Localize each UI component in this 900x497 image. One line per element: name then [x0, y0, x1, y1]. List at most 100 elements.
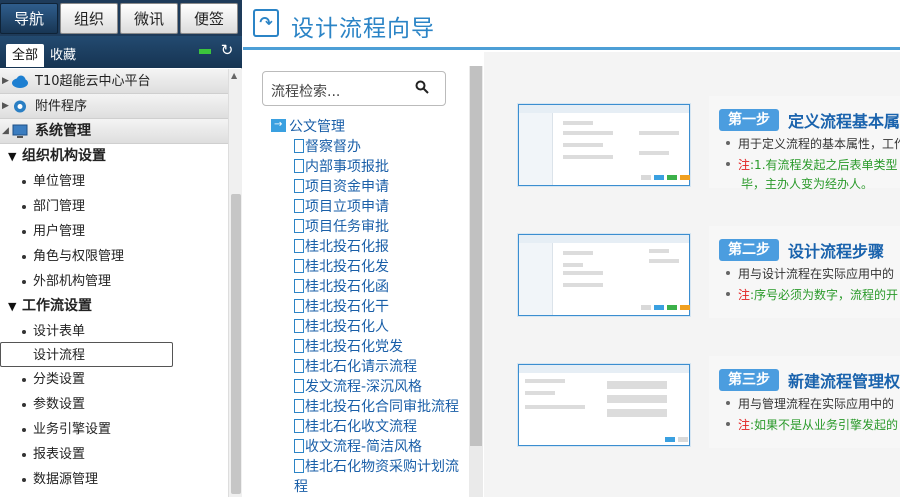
- flow-page-icon: [294, 239, 304, 253]
- nav-item-label: T10超能云中心平台: [35, 74, 151, 89]
- flow-item[interactable]: 桂北投石化干: [294, 297, 494, 317]
- nav-item-parameter-settings[interactable]: 参数设置: [0, 392, 228, 417]
- flow-item[interactable]: 项目任务审批: [294, 217, 494, 237]
- bullet-icon: [22, 428, 26, 432]
- nav-item-cloud-platform[interactable]: ▶ T10超能云中心平台: [0, 69, 228, 94]
- nav-item-report-settings[interactable]: 报表设置: [0, 442, 228, 467]
- nav-item-category-settings[interactable]: 分类设置: [0, 367, 228, 392]
- flow-item[interactable]: 桂北投石化合同审批流程: [294, 397, 494, 417]
- flow-item[interactable]: 桂北石化请示流程: [294, 357, 494, 377]
- step-description-text: 用与管理流程在实际应用中的: [738, 397, 895, 411]
- step-note: 注:序号必须为数字，流程的开: [726, 285, 898, 305]
- flow-item[interactable]: 桂北投石化人: [294, 317, 494, 337]
- nav-item-design-flow[interactable]: 设计流程: [0, 342, 173, 367]
- flow-item-label: 项目立项申请: [305, 199, 389, 215]
- flow-search-input[interactable]: 流程检索...: [262, 71, 446, 106]
- nav-group-workflow-settings[interactable]: ▼ 工作流设置: [0, 294, 228, 319]
- flow-page-icon: [294, 179, 304, 193]
- flow-item[interactable]: 桂北投石化发: [294, 257, 494, 277]
- step-note-continuation: 毕，主办人变为经办人。: [741, 177, 874, 191]
- bullet-icon: [22, 205, 26, 209]
- main-content: ↷ 设计流程向导 流程检索... 公文管理 督察督办 内部事项报批 项目资金申请…: [243, 0, 900, 497]
- note-label: 注: [738, 288, 751, 302]
- flow-item[interactable]: 桂北石化物资采购计划流程: [294, 457, 469, 497]
- bullet-icon: [726, 271, 730, 275]
- flow-item-label: 桂北投石化报: [305, 239, 389, 255]
- nav-group-label: 工作流设置: [22, 298, 92, 314]
- nav-item-design-form[interactable]: 设计表单: [0, 319, 228, 344]
- flow-item[interactable]: 督察督办: [294, 137, 494, 157]
- flow-item[interactable]: 收文流程-简洁风格: [294, 437, 494, 457]
- step-1-preview-image[interactable]: [518, 104, 690, 186]
- flow-item[interactable]: 内部事项报批: [294, 157, 494, 177]
- flow-item[interactable]: 发文流程-深沉风格: [294, 377, 494, 397]
- flow-item[interactable]: 项目资金申请: [294, 177, 494, 197]
- expand-arrow-icon[interactable]: ▶: [2, 69, 9, 94]
- flow-page-icon: [294, 359, 304, 373]
- search-icon[interactable]: [415, 80, 429, 94]
- nav-item-unit-management[interactable]: 单位管理: [0, 169, 228, 194]
- flow-item-label: 桂北投石化人: [305, 319, 389, 335]
- tab-navigation[interactable]: 导航: [0, 3, 58, 34]
- tab-microchat[interactable]: 微讯: [120, 3, 178, 34]
- flow-item[interactable]: 桂北石化收文流程: [294, 417, 494, 437]
- flow-page-icon: [294, 459, 304, 473]
- bullet-icon: [22, 378, 26, 382]
- flow-page-icon: [294, 299, 304, 313]
- nav-scrollbar[interactable]: ▲: [228, 69, 242, 497]
- step-title-link[interactable]: 定义流程基本属: [788, 108, 900, 132]
- nav-item-label: 业务引擎设置: [33, 422, 112, 437]
- collapse-button[interactable]: [199, 49, 211, 54]
- nav-item-role-permission[interactable]: 角色与权限管理: [0, 244, 228, 269]
- note-text: :1.有流程发起之后表单类型: [750, 158, 898, 172]
- tab-notes[interactable]: 便签: [180, 3, 238, 34]
- folder-document-management[interactable]: 公文管理: [271, 115, 345, 137]
- nav-item-label: 设计流程: [33, 348, 86, 363]
- tab-all[interactable]: 全部: [6, 44, 45, 67]
- nav-item-user-management[interactable]: 用户管理: [0, 219, 228, 244]
- step-2-card: 第二步 设计流程步骤 用与设计流程在实际应用中的 注:序号必须为数字，流程的开: [709, 226, 900, 318]
- nav-item-external-org[interactable]: 外部机构管理: [0, 269, 228, 294]
- nav-group-org-settings[interactable]: ▼ 组织机构设置: [0, 144, 228, 169]
- bullet-icon: [22, 255, 26, 259]
- nav-item-system-management[interactable]: ◢ 系统管理: [0, 119, 228, 144]
- tab-organization[interactable]: 组织: [60, 3, 118, 34]
- step-3-card: 第三步 新建流程管理权 用与管理流程在实际应用中的 注:如果不是从业务引擎发起的: [709, 356, 900, 448]
- folder-icon: [271, 115, 286, 135]
- step-3-preview-image[interactable]: [518, 364, 690, 446]
- flow-list-pane: 流程检索... 公文管理 督察督办 内部事项报批 项目资金申请 项目立项申请 项…: [243, 52, 483, 497]
- collapse-arrow-icon[interactable]: ▼: [8, 144, 16, 169]
- step-description-text: 用于定义流程的基本属性，工作: [738, 137, 900, 151]
- nav-item-datasource-management[interactable]: 数据源管理: [0, 467, 228, 492]
- scrollbar-thumb[interactable]: [231, 194, 241, 494]
- flow-item-label: 桂北投石化发: [305, 259, 389, 275]
- flow-item[interactable]: 桂北投石化党发: [294, 337, 494, 357]
- refresh-icon[interactable]: ↻: [217, 40, 237, 60]
- nav-item-business-engine[interactable]: 业务引擎设置: [0, 417, 228, 442]
- nav-item-department-management[interactable]: 部门管理: [0, 194, 228, 219]
- flow-item-label: 项目资金申请: [305, 179, 389, 195]
- step-2-preview-image[interactable]: [518, 234, 690, 316]
- step-title-link[interactable]: 设计流程步骤: [788, 238, 884, 262]
- bullet-icon: [726, 401, 730, 405]
- bullet-icon: [22, 230, 26, 234]
- expand-arrow-icon[interactable]: ▶: [2, 94, 9, 119]
- flow-item[interactable]: 桂北投石化函: [294, 277, 494, 297]
- flow-item[interactable]: 项目立项申请: [294, 197, 494, 217]
- navigation-panel: 导航 组织 微讯 便签 全部 收藏 ↻ ▶ T10超能云中心平台 ▶ 附件程序 …: [0, 0, 242, 497]
- scroll-up-icon[interactable]: ▲: [231, 71, 237, 80]
- collapse-arrow-icon[interactable]: ◢: [2, 119, 9, 144]
- nav-item-label: 附件程序: [35, 99, 88, 114]
- step-badge: 第一步: [719, 109, 779, 131]
- scrollbar-thumb[interactable]: [470, 66, 482, 446]
- bullet-icon: [726, 162, 730, 166]
- step-title-link[interactable]: 新建流程管理权: [788, 368, 900, 392]
- flow-item[interactable]: 桂北投石化报: [294, 237, 494, 257]
- nav-item-attachments[interactable]: ▶ 附件程序: [0, 94, 228, 119]
- collapse-arrow-icon[interactable]: ▼: [8, 294, 16, 319]
- step-1-card: 第一步 定义流程基本属 用于定义流程的基本属性，工作 注:1.有流程发起之后表单…: [709, 96, 900, 191]
- flow-list-scrollbar[interactable]: [469, 66, 483, 497]
- step-description: 用于定义流程的基本属性，工作: [726, 134, 900, 154]
- tab-favorites[interactable]: 收藏: [44, 44, 82, 67]
- folder-label: 公文管理: [289, 119, 345, 135]
